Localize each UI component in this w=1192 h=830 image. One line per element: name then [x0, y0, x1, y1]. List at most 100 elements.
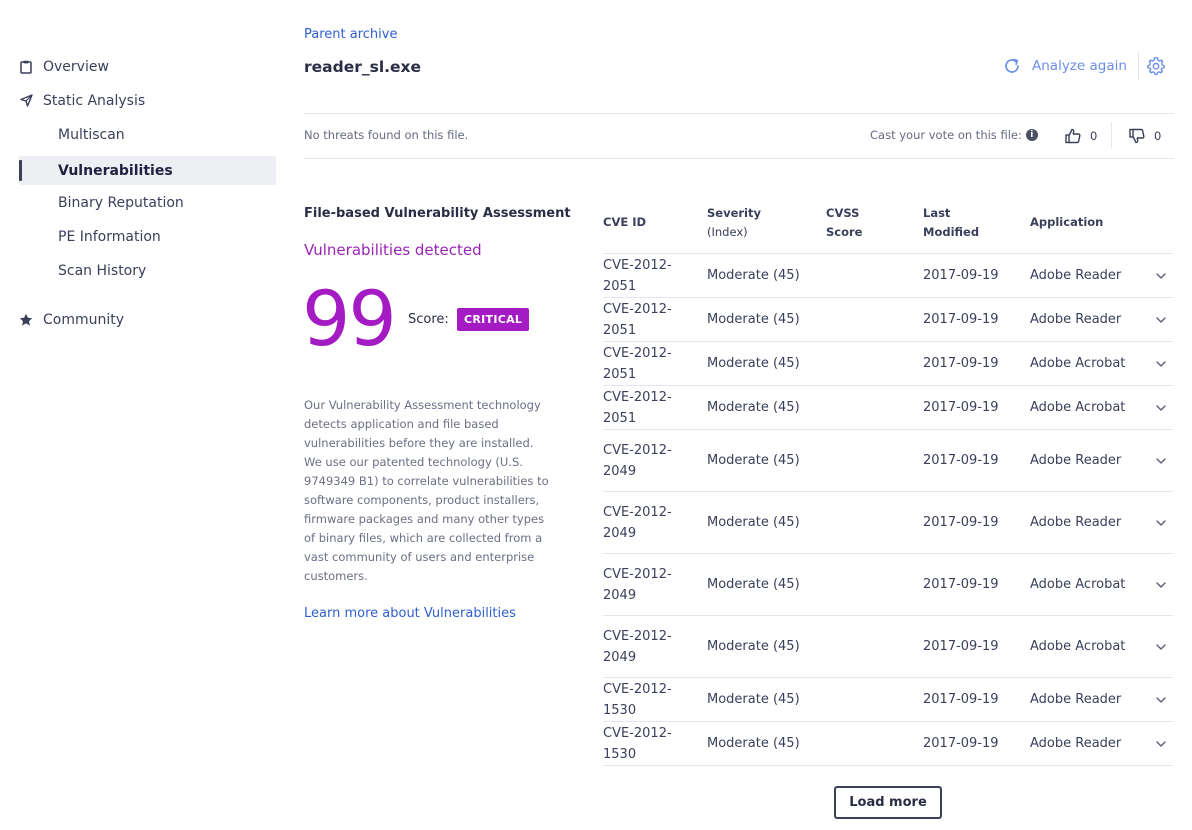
- header-divider: [1138, 52, 1139, 80]
- sidebar-item-pe-information[interactable]: PE Information: [19, 222, 276, 251]
- last-modified-cell-text: 2017-09-19: [923, 639, 999, 654]
- table-row[interactable]: CVE-2012-2051 Moderate (45) 2017-09-19 Adob…: [603, 342, 1173, 386]
- vote-prompt-label: Cast your vote on this file:: [870, 128, 1022, 142]
- cve-id-cell: CVE-2012-2049: [603, 492, 673, 553]
- last-modified-cell: 2017-09-19: [923, 492, 999, 553]
- info-icon[interactable]: i: [1025, 129, 1038, 141]
- divider: [304, 113, 1174, 114]
- expand-row-button[interactable]: [1153, 430, 1169, 491]
- cve-id-cell-text: CVE-2012-2051: [603, 389, 672, 426]
- severity-cell-text: Moderate (45): [707, 692, 800, 707]
- expand-row-button[interactable]: [1153, 298, 1169, 341]
- clipboard-icon: [19, 60, 33, 74]
- application-cell-text: Adobe Acrobat: [1030, 400, 1126, 415]
- upvote-count: 0: [1090, 129, 1098, 143]
- cve-id-cell-text: CVE-2012-1530: [603, 725, 672, 762]
- load-more-button[interactable]: Load more: [834, 786, 942, 819]
- column-header-cvss-line1: CVSS: [826, 206, 860, 220]
- star-icon: [19, 313, 33, 327]
- severity-badge: CRITICAL: [457, 308, 530, 331]
- sidebar-item-community[interactable]: Community: [19, 305, 276, 334]
- chevron-down-icon: [1156, 316, 1166, 323]
- cve-id-cell-text: CVE-2012-2051: [603, 345, 672, 382]
- application-cell: Adobe Acrobat: [1030, 554, 1125, 615]
- analyze-again-button[interactable]: Analyze again: [1003, 55, 1127, 77]
- paper-plane-icon: [19, 94, 33, 108]
- expand-row-button[interactable]: [1153, 616, 1169, 677]
- chevron-down-icon: [1156, 360, 1166, 367]
- last-modified-cell-text: 2017-09-19: [923, 577, 999, 592]
- severity-cell-text: Moderate (45): [707, 736, 800, 751]
- last-modified-cell-text: 2017-09-19: [923, 736, 999, 751]
- severity-cell: Moderate (45): [707, 678, 800, 721]
- application-cell: Adobe Acrobat: [1030, 386, 1125, 429]
- table-row[interactable]: CVE-2012-1530 Moderate (45) 2017-09-19 Adob…: [603, 678, 1173, 722]
- downvote-count: 0: [1154, 129, 1162, 143]
- expand-row-button[interactable]: [1153, 554, 1169, 615]
- sidebar-item-multiscan[interactable]: Multiscan: [19, 120, 276, 149]
- learn-more-link[interactable]: Learn more about Vulnerabilities: [304, 606, 516, 621]
- table-row[interactable]: CVE-2012-2049 Moderate (45) 2017-09-19 Adob…: [603, 492, 1173, 554]
- assessment-title: File-based Vulnerability Assessment: [304, 206, 571, 221]
- sidebar-item-label: Binary Reputation: [58, 194, 184, 211]
- cve-id-cell: CVE-2012-2049: [603, 554, 673, 615]
- table-row[interactable]: CVE-2012-1530 Moderate (45) 2017-09-19 Adob…: [603, 722, 1173, 766]
- severity-cell: Moderate (45): [707, 616, 800, 677]
- expand-row-button[interactable]: [1153, 386, 1169, 429]
- sidebar-item-scan-history[interactable]: Scan History: [19, 256, 276, 285]
- column-header-modified-line2: Modified: [923, 225, 980, 239]
- refresh-icon: [1005, 58, 1019, 73]
- chevron-down-icon: [1156, 581, 1166, 588]
- application-cell: Adobe Reader: [1030, 430, 1121, 491]
- last-modified-cell: 2017-09-19: [923, 722, 999, 765]
- chevron-down-icon: [1156, 457, 1166, 464]
- last-modified-cell: 2017-09-19: [923, 342, 999, 385]
- severity-cell: Moderate (45): [707, 342, 800, 385]
- page-title: reader_sl.exe: [304, 58, 422, 76]
- expand-row-button[interactable]: [1153, 678, 1169, 721]
- application-cell: Adobe Reader: [1030, 492, 1121, 553]
- sidebar-item-binary-reputation[interactable]: Binary Reputation: [19, 188, 276, 217]
- cve-id-cell: CVE-2012-2051: [603, 254, 699, 297]
- application-cell: Adobe Reader: [1030, 298, 1121, 341]
- expand-row-button[interactable]: [1153, 722, 1169, 765]
- table-row[interactable]: CVE-2012-2049 Moderate (45) 2017-09-19 Adob…: [603, 616, 1173, 678]
- downvote-button[interactable]: 0: [1129, 127, 1161, 145]
- severity-cell: Moderate (45): [707, 254, 800, 297]
- expand-row-button[interactable]: [1153, 342, 1169, 385]
- cve-id-cell: CVE-2012-2049: [603, 616, 673, 677]
- chevron-down-icon: [1156, 272, 1166, 279]
- severity-cell-text: Moderate (45): [707, 356, 800, 371]
- vulnerabilities-table: CVE ID Severity (Index) CVSS Score Last …: [603, 196, 1173, 766]
- vulnerability-score: 99: [302, 274, 397, 363]
- cve-id-cell-text: CVE-2012-2051: [603, 257, 672, 294]
- last-modified-cell: 2017-09-19: [923, 430, 999, 491]
- chevron-down-icon: [1156, 643, 1166, 650]
- sidebar-item-vulnerabilities[interactable]: Vulnerabilities: [19, 156, 276, 185]
- sidebar-item-static-analysis[interactable]: Static Analysis: [19, 86, 276, 115]
- cve-id-cell-text: CVE-2012-2049: [603, 442, 672, 479]
- severity-cell-text: Moderate (45): [707, 312, 800, 327]
- severity-cell-text: Moderate (45): [707, 453, 800, 468]
- last-modified-cell-text: 2017-09-19: [923, 692, 999, 707]
- table-row[interactable]: CVE-2012-2051 Moderate (45) 2017-09-19 Adob…: [603, 254, 1173, 298]
- table-row[interactable]: CVE-2012-2049 Moderate (45) 2017-09-19 Adob…: [603, 554, 1173, 616]
- upvote-button[interactable]: 0: [1065, 127, 1097, 145]
- application-cell-text: Adobe Reader: [1030, 736, 1122, 751]
- expand-row-button[interactable]: [1153, 254, 1169, 297]
- expand-row-button[interactable]: [1153, 492, 1169, 553]
- sidebar-item-overview[interactable]: Overview: [19, 52, 276, 81]
- column-header-last-modified: Last Modified: [923, 204, 979, 242]
- thumbs-down-icon: [1129, 128, 1145, 144]
- parent-archive-link[interactable]: Parent archive: [304, 27, 397, 42]
- severity-cell: Moderate (45): [707, 298, 800, 341]
- analyze-again-label: Analyze again: [1032, 58, 1127, 74]
- chevron-down-icon: [1156, 696, 1166, 703]
- table-row[interactable]: CVE-2012-2051 Moderate (45) 2017-09-19 Adob…: [603, 298, 1173, 342]
- column-header-severity-line2: (Index): [707, 225, 748, 239]
- table-row[interactable]: CVE-2012-2051 Moderate (45) 2017-09-19 Adob…: [603, 386, 1173, 430]
- chevron-down-icon: [1156, 519, 1166, 526]
- table-row[interactable]: CVE-2012-2049 Moderate (45) 2017-09-19 Adob…: [603, 430, 1173, 492]
- settings-button[interactable]: [1146, 56, 1166, 76]
- cve-id-cell: CVE-2012-2051: [603, 298, 699, 341]
